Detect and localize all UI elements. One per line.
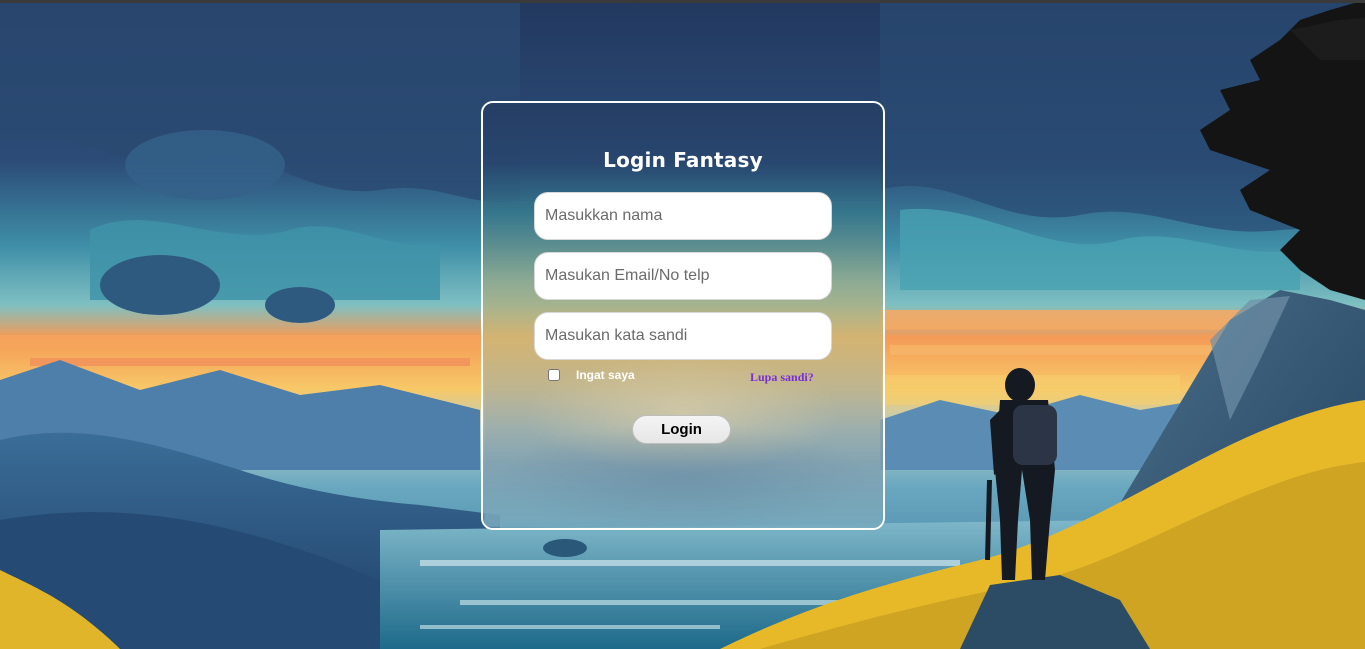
- name-input[interactable]: [534, 192, 832, 240]
- browser-top-edge: [0, 0, 1365, 3]
- login-card: Login Fantasy Ingat saya Lupa sandi? Log…: [481, 101, 885, 530]
- forgot-password-link[interactable]: Lupa sandi?: [750, 370, 814, 385]
- email-phone-input[interactable]: [534, 252, 832, 300]
- remember-me-label: Ingat saya: [576, 368, 635, 382]
- password-input[interactable]: [534, 312, 832, 360]
- login-title: Login Fantasy: [603, 148, 763, 172]
- remember-me-checkbox[interactable]: [548, 369, 560, 381]
- login-button[interactable]: Login: [632, 415, 731, 444]
- login-page: Login Fantasy Ingat saya Lupa sandi? Log…: [0, 0, 1365, 649]
